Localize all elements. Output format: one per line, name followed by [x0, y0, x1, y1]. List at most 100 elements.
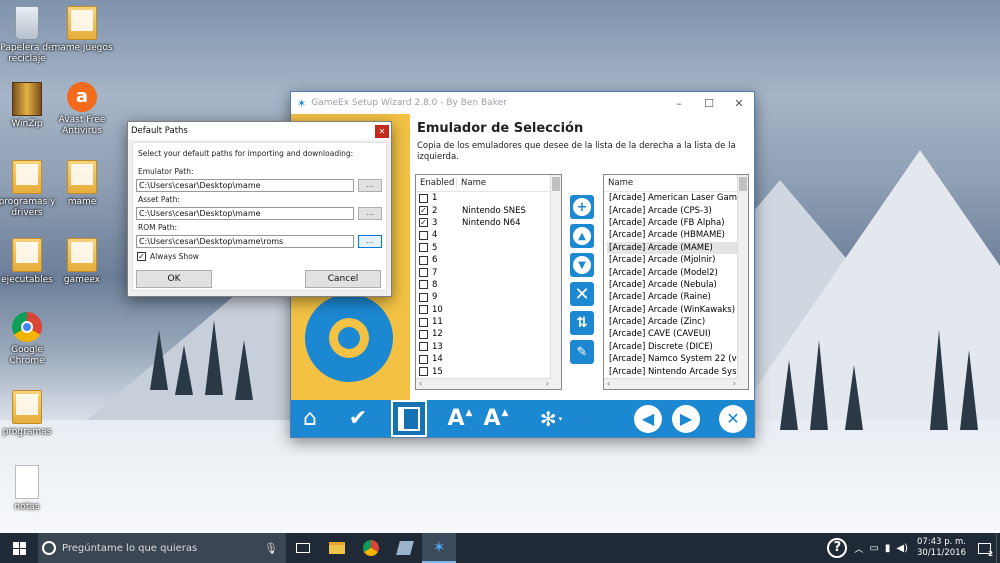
table-row[interactable]: 1: [419, 192, 561, 204]
home-button[interactable]: ⌂: [293, 400, 327, 437]
horizontal-scrollbar[interactable]: ‹ ›: [416, 378, 552, 389]
desktop-icon-avast[interactable]: a Avast Free Antivirus: [50, 82, 114, 137]
volume-icon[interactable]: ◀): [896, 543, 908, 554]
row-checkbox[interactable]: [419, 354, 428, 364]
edit-button[interactable]: ✎: [570, 340, 594, 364]
dialog-cancel-button[interactable]: Cancel: [305, 270, 381, 288]
table-row[interactable]: 7: [419, 266, 561, 278]
desktop-icon-notas[interactable]: notas: [0, 465, 59, 513]
enabled-emulators-list[interactable]: Enabled Name 1 ✓ 2 Nintendo SNES ✓ 3 Nintendo …: [415, 174, 562, 390]
list-item[interactable]: [Arcade] Arcade (WinKawaks): [607, 304, 748, 316]
battery-icon[interactable]: ▮: [885, 543, 891, 554]
taskbar-chrome[interactable]: [354, 533, 388, 563]
list-item[interactable]: [Arcade] Arcade (MAME): [607, 241, 748, 254]
table-row[interactable]: 8: [419, 279, 561, 291]
table-row[interactable]: 15: [419, 365, 561, 377]
table-row[interactable]: ✓ 3 Nintendo N64: [419, 217, 561, 229]
row-checkbox[interactable]: [419, 268, 428, 278]
back-button[interactable]: ◀: [631, 400, 665, 437]
table-row[interactable]: 13: [419, 341, 561, 353]
start-button[interactable]: [0, 533, 38, 563]
row-checkbox[interactable]: [419, 243, 428, 253]
table-row[interactable]: 14: [419, 353, 561, 365]
row-checkbox[interactable]: [419, 255, 428, 265]
row-checkbox[interactable]: ✓: [419, 206, 428, 216]
move-down-button[interactable]: ▼: [570, 253, 594, 277]
row-checkbox[interactable]: [419, 230, 428, 240]
table-row[interactable]: 4: [419, 229, 561, 241]
list-item[interactable]: [Arcade] Arcade (Nebula): [607, 279, 748, 291]
table-row[interactable]: 5: [419, 242, 561, 254]
row-checkbox[interactable]: [419, 305, 428, 315]
row-checkbox[interactable]: [419, 292, 428, 302]
column-name[interactable]: Name: [456, 178, 486, 188]
always-show-checkbox[interactable]: ✓ Always Show: [137, 252, 199, 261]
dialog-close-button[interactable]: ✕: [375, 124, 389, 138]
clock[interactable]: 07:43 p. m. 30/11/2016: [917, 537, 966, 559]
row-checkbox[interactable]: [419, 317, 428, 327]
rom-path-field[interactable]: C:\Users\cesar\Desktop\mame\roms: [136, 235, 354, 248]
sort-button[interactable]: ⇅: [570, 311, 594, 335]
row-checkbox[interactable]: [419, 329, 428, 339]
row-checkbox[interactable]: [419, 342, 428, 352]
taskbar-notes-app[interactable]: [388, 533, 422, 563]
task-view-button[interactable]: [286, 533, 320, 563]
network-icon[interactable]: ▭: [869, 543, 878, 554]
ok-button[interactable]: OK: [136, 270, 212, 288]
font-increase-button[interactable]: A ▲: [443, 400, 477, 437]
row-checkbox[interactable]: ✓: [419, 218, 428, 228]
search-box[interactable]: Pregúntame lo que quieras 🎙: [38, 533, 286, 563]
vertical-scrollbar[interactable]: [737, 175, 748, 389]
emulator-browse-button[interactable]: ...: [358, 179, 382, 192]
table-row[interactable]: 6: [419, 254, 561, 266]
remove-button[interactable]: ✕: [570, 282, 594, 306]
list-item[interactable]: [Arcade] Arcade (HBMAME): [607, 229, 748, 241]
desktop-icon-programas[interactable]: programas: [0, 390, 59, 438]
move-up-button[interactable]: ▲: [570, 224, 594, 248]
row-checkbox[interactable]: [419, 280, 428, 290]
column-name[interactable]: Name: [608, 178, 633, 188]
list-item[interactable]: [Arcade] Arcade (Model2): [607, 266, 748, 278]
list-item[interactable]: [Arcade] Arcade (CPS-3): [607, 204, 748, 216]
asset-browse-button[interactable]: ...: [358, 207, 382, 220]
scroll-right-icon[interactable]: ›: [546, 379, 549, 389]
desktop-icon-gameex[interactable]: gameex: [50, 238, 114, 286]
table-row[interactable]: ✓ 2 Nintendo SNES: [419, 204, 561, 216]
microphone-icon[interactable]: 🎙: [264, 542, 278, 555]
table-row[interactable]: 9: [419, 291, 561, 303]
close-button[interactable]: ✕: [724, 97, 754, 110]
taskbar-file-explorer[interactable]: [320, 533, 354, 563]
list-item[interactable]: [Arcade] Arcade (Mjolnir): [607, 254, 748, 266]
available-emulators-list[interactable]: Name [Arcade] American Laser Gam [Arcade]…: [603, 174, 749, 390]
settings-button[interactable]: ✻ ▾: [531, 400, 571, 437]
action-center-button[interactable]: 2: [972, 533, 996, 563]
desktop-icon-mame[interactable]: mame: [50, 160, 114, 208]
add-button[interactable]: +: [570, 195, 594, 219]
row-checkbox[interactable]: [419, 193, 428, 203]
scroll-right-icon[interactable]: ›: [733, 379, 736, 389]
table-row[interactable]: 12: [419, 328, 561, 340]
list-item[interactable]: [Arcade] Arcade (FB Alpha): [607, 217, 748, 229]
desktop-icon-mame-juegos[interactable]: mame juegos: [50, 6, 114, 54]
list-item[interactable]: [Arcade] Arcade (Raine): [607, 291, 748, 303]
show-hidden-icons-button[interactable]: ︿: [854, 542, 863, 555]
panel-button[interactable]: [391, 400, 427, 437]
list-item[interactable]: [Arcade] Discrete (DICE): [607, 341, 748, 353]
desktop-icon-chrome[interactable]: Google Chrome: [0, 312, 59, 367]
taskbar-gameex[interactable]: ✶: [422, 533, 456, 563]
column-enabled[interactable]: Enabled: [416, 178, 456, 188]
vertical-scrollbar[interactable]: [550, 175, 561, 389]
show-desktop-button[interactable]: [996, 533, 1000, 563]
list-item[interactable]: [Arcade] Namco System 22 (v: [607, 353, 748, 365]
row-checkbox[interactable]: [419, 367, 428, 377]
scroll-left-icon[interactable]: ‹: [607, 379, 610, 389]
check-button[interactable]: ✔: [341, 400, 375, 437]
scroll-left-icon[interactable]: ‹: [419, 379, 422, 389]
list-item[interactable]: [Arcade] American Laser Gam: [607, 192, 748, 204]
font-decrease-button[interactable]: A ▲: [479, 400, 513, 437]
table-row[interactable]: 11: [419, 316, 561, 328]
forward-button[interactable]: ▶: [669, 400, 703, 437]
emulator-path-field[interactable]: C:\Users\cesar\Desktop\mame: [136, 179, 354, 192]
cancel-button[interactable]: ✕: [716, 400, 750, 437]
table-row[interactable]: 10: [419, 304, 561, 316]
